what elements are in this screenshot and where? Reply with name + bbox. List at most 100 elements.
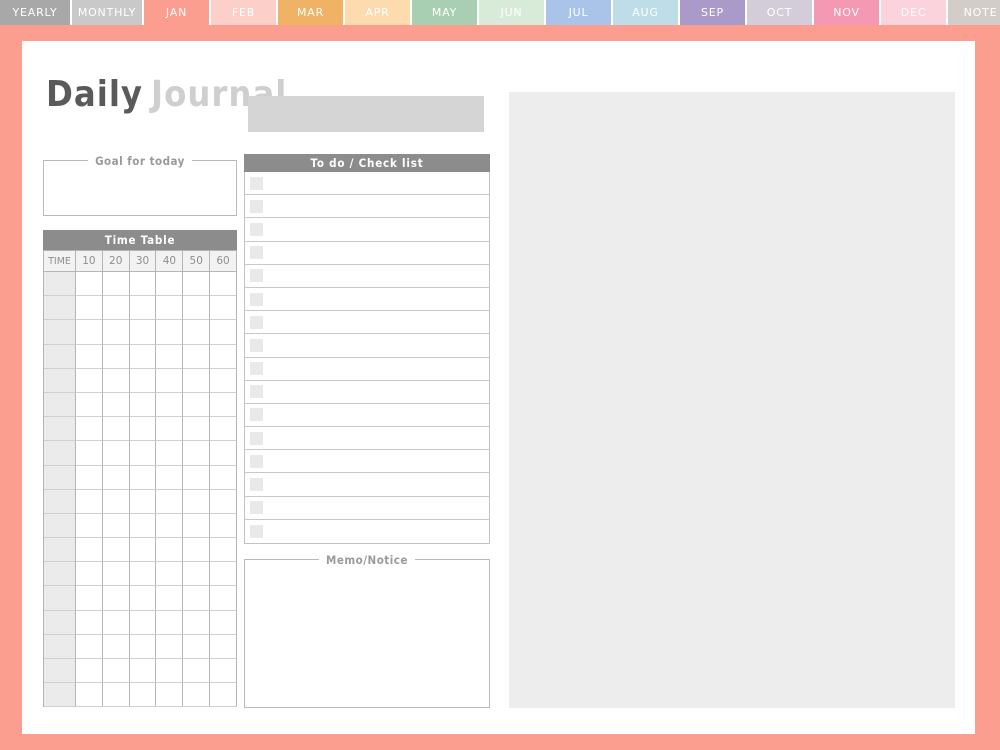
- time-table-cell[interactable]: [156, 296, 184, 321]
- time-table-cell[interactable]: [183, 320, 211, 345]
- time-table-time-cell[interactable]: [44, 610, 76, 635]
- time-table-time-cell[interactable]: [44, 392, 76, 418]
- tab-aug[interactable]: AUG: [613, 0, 678, 25]
- time-table-cell[interactable]: [102, 538, 130, 563]
- checkbox-icon[interactable]: [250, 362, 263, 376]
- todo-item-row[interactable]: [245, 427, 489, 451]
- tab-may[interactable]: MAY: [412, 0, 477, 25]
- tab-jan[interactable]: JAN: [144, 0, 209, 25]
- time-table-cell[interactable]: [210, 392, 237, 418]
- tab-monthly[interactable]: MONTHLY: [72, 0, 142, 25]
- checkbox-icon[interactable]: [250, 478, 263, 492]
- time-table-cell[interactable]: [102, 634, 130, 659]
- time-table-cell[interactable]: [183, 610, 211, 635]
- time-table-cell[interactable]: [210, 344, 237, 369]
- time-table-cell[interactable]: [129, 368, 157, 393]
- time-table-cell[interactable]: [76, 417, 103, 442]
- time-table-row[interactable]: [44, 272, 237, 297]
- todo-checklist-rows[interactable]: [244, 172, 490, 544]
- tab-yearly[interactable]: YEARLY: [0, 0, 70, 25]
- time-table-cell[interactable]: [102, 562, 130, 587]
- todo-item-row[interactable]: [245, 519, 489, 543]
- time-table-row[interactable]: [44, 538, 237, 563]
- checkbox-icon[interactable]: [250, 199, 263, 213]
- todo-item-row[interactable]: [245, 496, 489, 520]
- time-table-cell[interactable]: [102, 610, 130, 635]
- time-table-cell[interactable]: [210, 562, 237, 587]
- tab-apr[interactable]: APR: [345, 0, 410, 25]
- time-table-time-cell[interactable]: [44, 538, 76, 563]
- time-table-row[interactable]: [44, 610, 237, 635]
- time-table-time-cell[interactable]: [44, 296, 76, 321]
- time-table-cell[interactable]: [129, 538, 157, 563]
- time-table-row[interactable]: [44, 489, 237, 514]
- time-table-cell[interactable]: [183, 441, 211, 466]
- time-table-row[interactable]: [44, 659, 237, 684]
- time-table-cell[interactable]: [183, 586, 211, 611]
- checkbox-icon[interactable]: [250, 222, 263, 236]
- time-table-cell[interactable]: [102, 296, 130, 321]
- checkbox-icon[interactable]: [250, 338, 263, 352]
- time-table-time-cell[interactable]: [44, 489, 76, 514]
- time-table-cell[interactable]: [210, 513, 237, 539]
- time-table-cell[interactable]: [76, 683, 103, 708]
- time-table-cell[interactable]: [210, 296, 237, 321]
- time-table-cell[interactable]: [129, 320, 157, 345]
- todo-item-row[interactable]: [245, 218, 489, 242]
- time-table-cell[interactable]: [76, 368, 103, 393]
- checkbox-icon[interactable]: [250, 385, 263, 399]
- time-table-cell[interactable]: [129, 683, 157, 708]
- time-table-row[interactable]: [44, 417, 237, 442]
- time-table-cell[interactable]: [210, 634, 237, 659]
- time-table-cell[interactable]: [156, 586, 184, 611]
- checkbox-icon[interactable]: [250, 269, 263, 283]
- time-table-cell[interactable]: [76, 586, 103, 611]
- time-table-cell[interactable]: [210, 610, 237, 635]
- time-table-cell[interactable]: [76, 610, 103, 635]
- time-table-cell[interactable]: [183, 489, 211, 514]
- time-table-cell[interactable]: [102, 344, 130, 369]
- tab-sep[interactable]: SEP: [680, 0, 745, 25]
- time-table-cell[interactable]: [183, 296, 211, 321]
- time-table-cell[interactable]: [210, 683, 237, 708]
- time-table-cell[interactable]: [210, 441, 237, 466]
- tab-feb[interactable]: FEB: [211, 0, 276, 25]
- time-table-cell[interactable]: [129, 610, 157, 635]
- time-table-cell[interactable]: [76, 562, 103, 587]
- todo-item-row[interactable]: [245, 241, 489, 265]
- time-table-cell[interactable]: [156, 513, 184, 539]
- time-table-cell[interactable]: [156, 610, 184, 635]
- time-table-cell[interactable]: [129, 586, 157, 611]
- time-table-cell[interactable]: [210, 538, 237, 563]
- time-table-time-cell[interactable]: [44, 634, 76, 659]
- time-table-cell[interactable]: [102, 392, 130, 418]
- time-table-cell[interactable]: [76, 272, 103, 297]
- time-table-cell[interactable]: [156, 441, 184, 466]
- month-tab-bar[interactable]: YEARLY MONTHLY JAN FEB MAR APR MAY JUN JUL AUG SEP…: [0, 0, 1000, 25]
- time-table-cell[interactable]: [156, 272, 184, 297]
- time-table-row[interactable]: [44, 441, 237, 466]
- time-table-cell[interactable]: [102, 489, 130, 514]
- time-table-cell[interactable]: [156, 634, 184, 659]
- time-table-cell[interactable]: [76, 392, 103, 418]
- time-table-time-cell[interactable]: [44, 465, 76, 490]
- tab-dec[interactable]: DEC: [881, 0, 946, 25]
- time-table-cell[interactable]: [129, 392, 157, 418]
- time-table-cell[interactable]: [183, 417, 211, 442]
- time-table-time-cell[interactable]: [44, 513, 76, 539]
- time-table-cell[interactable]: [129, 659, 157, 684]
- time-table-cell[interactable]: [183, 272, 211, 297]
- time-table-cell[interactable]: [76, 344, 103, 369]
- date-field[interactable]: [248, 96, 484, 132]
- checkbox-icon[interactable]: [250, 246, 263, 260]
- checkbox-icon[interactable]: [250, 454, 263, 468]
- time-table-row[interactable]: [44, 562, 237, 587]
- time-table-time-cell[interactable]: [44, 368, 76, 393]
- time-table-cell[interactable]: [156, 392, 184, 418]
- checkbox-icon[interactable]: [250, 501, 263, 515]
- time-table-cell[interactable]: [156, 489, 184, 514]
- time-table-cell[interactable]: [210, 320, 237, 345]
- time-table-cell[interactable]: [129, 441, 157, 466]
- time-table-cell[interactable]: [156, 683, 184, 708]
- time-table-cell[interactable]: [102, 683, 130, 708]
